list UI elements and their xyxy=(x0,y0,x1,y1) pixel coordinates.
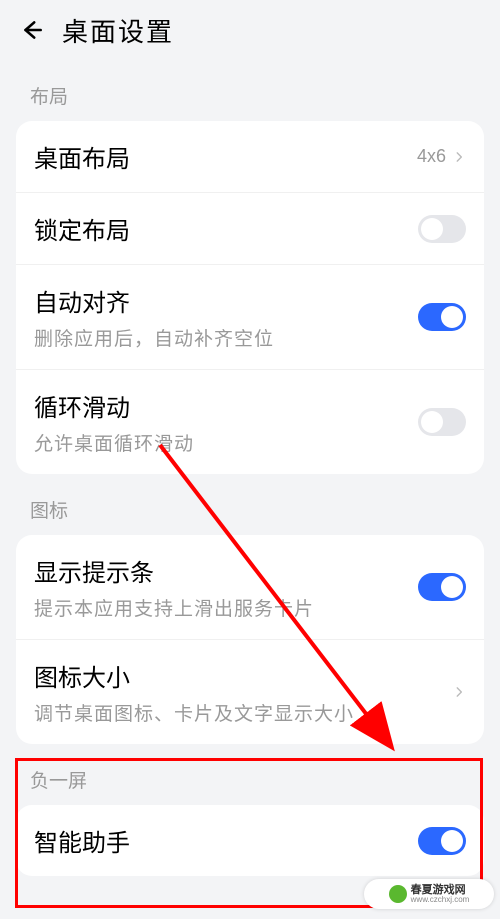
row-title: 自动对齐 xyxy=(34,283,418,318)
section-label-layout: 布局 xyxy=(0,60,500,121)
toggle-loop-scroll[interactable] xyxy=(418,408,466,436)
row-title: 图标大小 xyxy=(34,658,452,693)
chevron-right-icon xyxy=(452,150,466,164)
row-right: 4x6 xyxy=(417,146,466,167)
row-desktop-layout[interactable]: 桌面布局 4x6 xyxy=(16,121,484,192)
row-title: 锁定布局 xyxy=(34,211,418,246)
watermark-logo-icon xyxy=(389,885,407,903)
watermark-brand: 春夏游戏网 xyxy=(411,884,470,896)
toggle-show-hint[interactable] xyxy=(418,573,466,601)
section-label-minus-one: 负一屏 xyxy=(0,744,500,805)
toggle-lock-layout[interactable] xyxy=(418,215,466,243)
back-icon[interactable] xyxy=(18,16,46,44)
row-lock-layout[interactable]: 锁定布局 xyxy=(16,192,484,264)
minus-one-card: 智能助手 xyxy=(16,805,484,876)
section-label-icons: 图标 xyxy=(0,474,500,535)
row-show-hint[interactable]: 显示提示条 提示本应用支持上滑出服务卡片 xyxy=(16,535,484,639)
toggle-assistant[interactable] xyxy=(418,827,466,855)
row-sub: 提示本应用支持上滑出服务卡片 xyxy=(34,594,418,621)
row-loop-scroll[interactable]: 循环滑动 允许桌面循环滑动 xyxy=(16,369,484,474)
icons-card: 显示提示条 提示本应用支持上滑出服务卡片 图标大小 调节桌面图标、卡片及文字显示… xyxy=(16,535,484,744)
toggle-auto-align[interactable] xyxy=(418,303,466,331)
row-title: 桌面布局 xyxy=(34,139,417,174)
chevron-right-icon xyxy=(452,685,466,699)
row-title: 循环滑动 xyxy=(34,388,418,423)
layout-card: 桌面布局 4x6 锁定布局 自动对齐 删除应用后，自动补齐空位 循环滑动 允许桌… xyxy=(16,121,484,474)
row-auto-align[interactable]: 自动对齐 删除应用后，自动补齐空位 xyxy=(16,264,484,369)
row-sub: 删除应用后，自动补齐空位 xyxy=(34,324,418,351)
row-title: 显示提示条 xyxy=(34,553,418,588)
row-sub: 允许桌面循环滑动 xyxy=(34,429,418,456)
row-assistant[interactable]: 智能助手 xyxy=(16,805,484,876)
watermark: 春夏游戏网 www.czchxj.com xyxy=(364,879,494,909)
header: 桌面设置 xyxy=(0,0,500,60)
row-value: 4x6 xyxy=(417,146,446,167)
page-title: 桌面设置 xyxy=(62,12,174,49)
row-sub: 调节桌面图标、卡片及文字显示大小 xyxy=(34,699,452,726)
row-icon-size[interactable]: 图标大小 调节桌面图标、卡片及文字显示大小 xyxy=(16,639,484,744)
watermark-url: www.czchxj.com xyxy=(411,896,470,905)
row-title: 智能助手 xyxy=(34,823,418,858)
